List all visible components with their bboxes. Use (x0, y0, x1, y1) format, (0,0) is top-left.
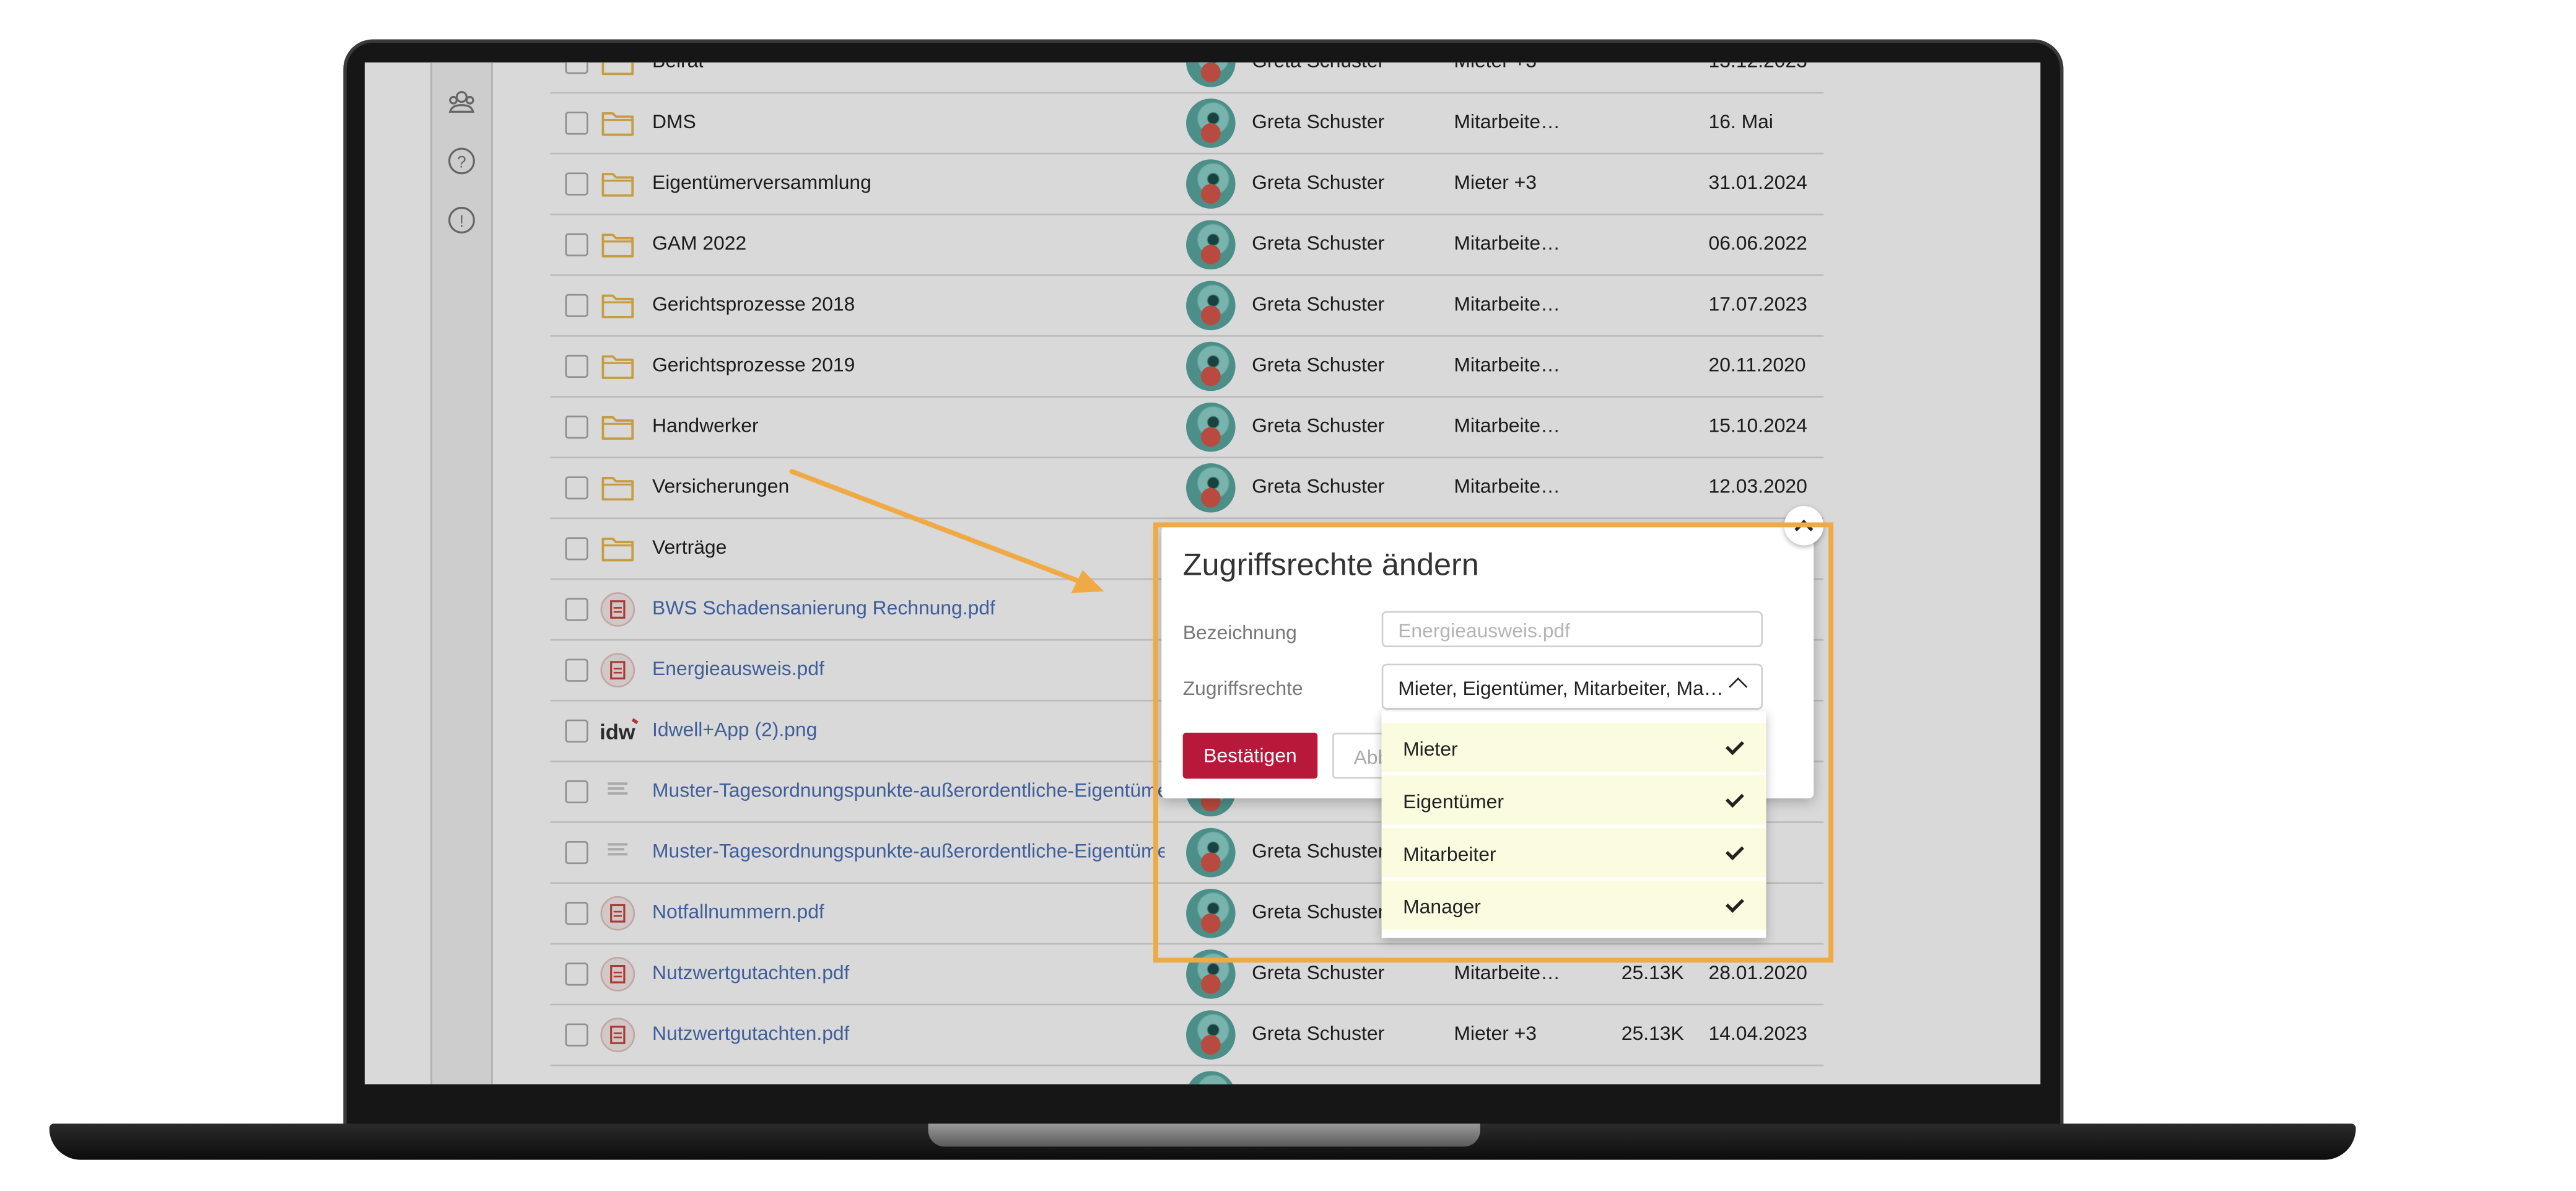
annotation-arrow (789, 469, 1104, 593)
stage: ? ! BeiratGreta SchusterMieter +313.12.2… (0, 0, 2576, 1191)
